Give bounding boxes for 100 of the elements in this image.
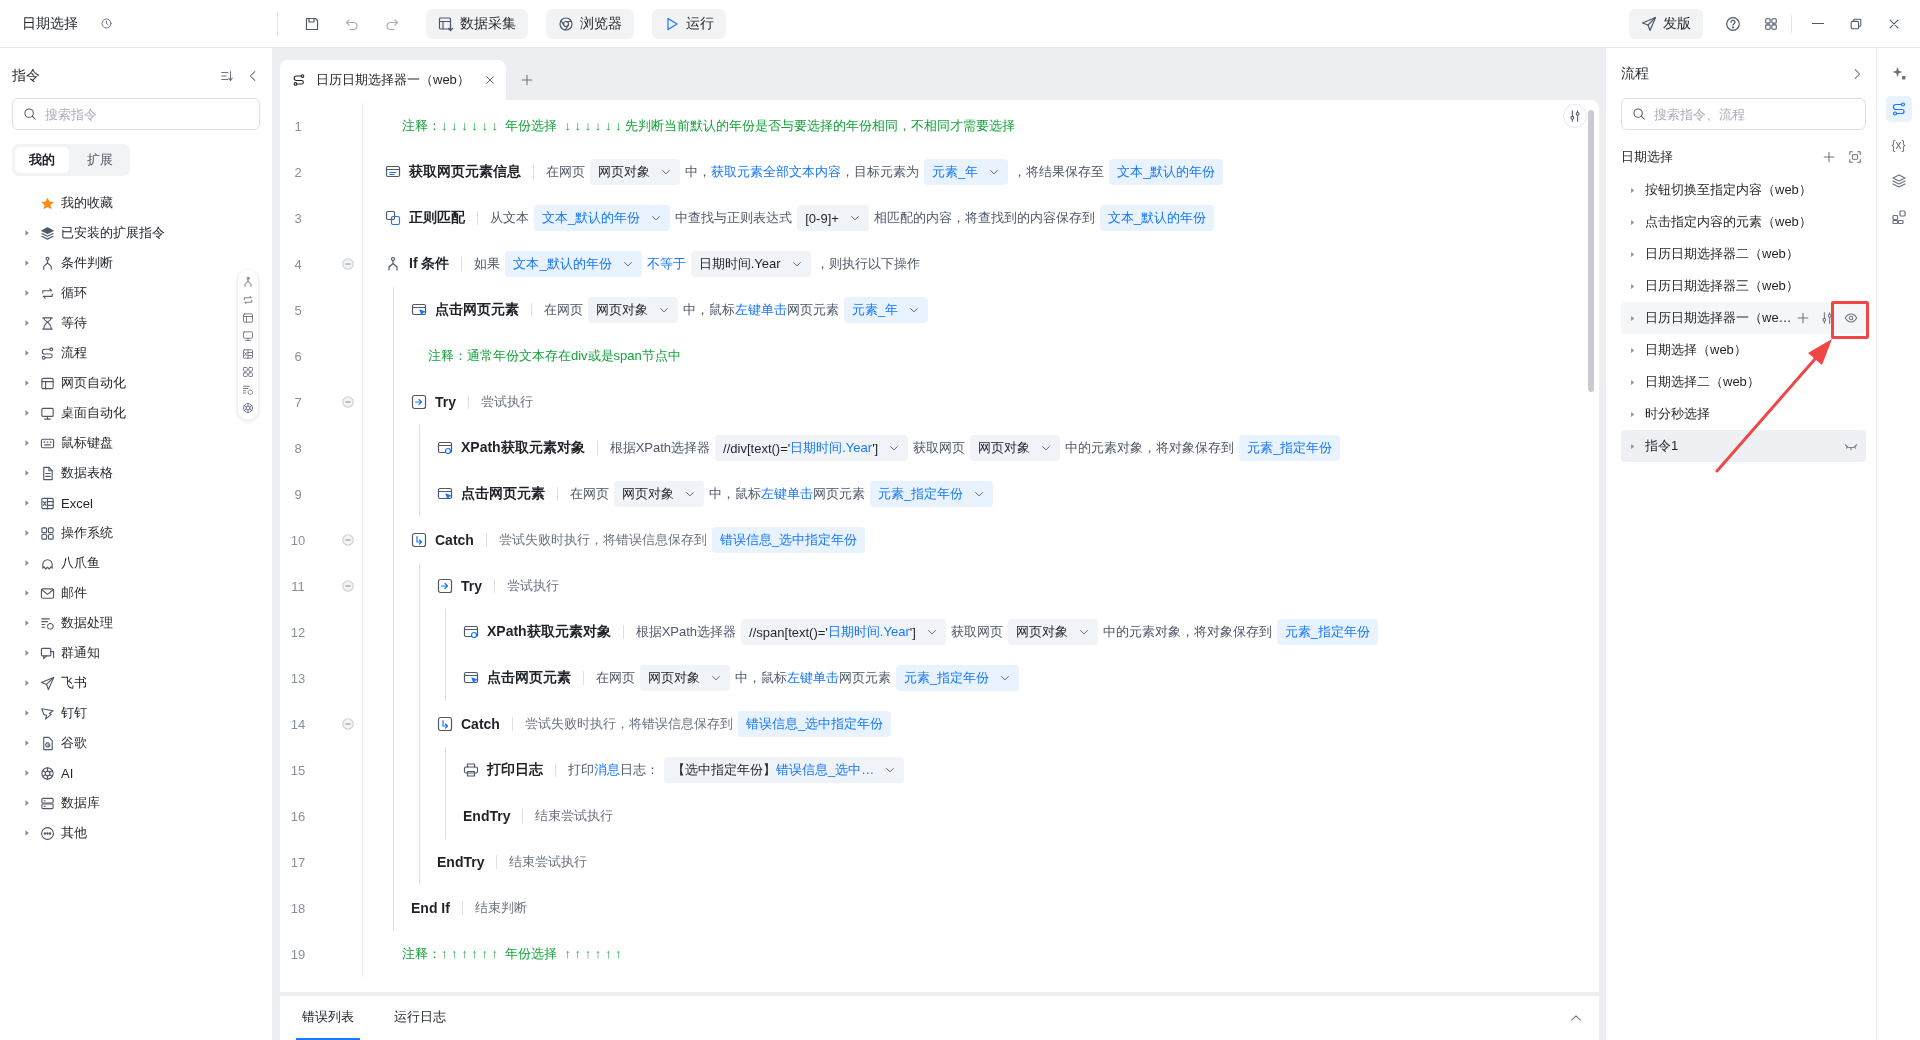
scrollbar[interactable] [1588,110,1594,392]
variable-tag[interactable]: 文本_默认的年份 [1109,159,1224,185]
panel-tab[interactable]: 扩展 [73,147,127,173]
loop-icon[interactable] [242,294,254,306]
command-category[interactable]: 数据处理 [0,608,272,638]
parameter-dropdown[interactable]: 文本_默认的年份 [534,205,671,231]
flow-item[interactable]: 指令1 [1621,430,1866,462]
parameter-dropdown[interactable]: 网页对象 [614,481,704,507]
line-number: 15 [289,762,307,778]
parameter-dropdown[interactable]: 文本_默认的年份 [505,251,642,277]
bottom-tab[interactable]: 运行日志 [388,996,452,1040]
command-category[interactable]: 循环 [0,278,272,308]
parameter-dropdown[interactable]: 网页对象 [588,297,678,323]
option-text[interactable]: 获取元素全部文本内容 [711,163,841,181]
browser-button[interactable]: 浏览器 [546,8,634,39]
parameter-dropdown[interactable]: 网页对象 [640,665,730,691]
step-description: 根据XPath选择器 [635,623,737,641]
monitor-icon[interactable] [242,330,254,342]
data-process-icon[interactable] [242,384,254,396]
option-text[interactable]: 左键单击 [761,485,813,503]
parameter-dropdown[interactable]: //span[text()='日期时间.Year'] [741,619,946,645]
command-category[interactable]: 鼠标键盘 [0,428,272,458]
parameter-dropdown[interactable]: 日期时间.Year [690,251,811,277]
option-text[interactable]: 不等于 [646,255,686,273]
flow-item[interactable]: 日期选择二（web） [1621,366,1866,398]
step-title: 点击网页元素 [487,669,571,687]
editor-tab[interactable]: 日历日期选择器一（web） [280,60,506,100]
run-button[interactable]: 运行 [652,8,726,39]
spreadsheet-icon[interactable] [242,348,254,360]
parameter-dropdown[interactable]: 元素_指定年份 [896,665,1020,691]
command-category[interactable]: 流程 [0,338,272,368]
step-description: 中的元素对象，将对象保存到 [1065,439,1235,457]
data-collect-button[interactable]: 数据采集 [426,8,528,39]
publish-button[interactable]: 发版 [1629,8,1703,39]
sort-icon[interactable] [220,69,234,83]
command-category[interactable]: 谷歌 [0,728,272,758]
option-text[interactable]: 左键单击 [787,669,839,687]
command-category[interactable]: 等待 [0,308,272,338]
settings-button[interactable] [1563,104,1587,128]
command-category[interactable]: 我的收藏 [0,188,272,218]
command-category[interactable]: Excel [0,488,272,518]
search-field[interactable]: 搜索指令、流程 [1621,98,1866,130]
side-tab[interactable]: {x} [1885,132,1912,158]
sliders-icon[interactable] [1820,311,1834,325]
add-icon[interactable] [1822,150,1836,164]
command-category[interactable]: 条件判断 [0,248,272,278]
flow-item[interactable]: 日历日期选择器三（web） [1621,270,1866,302]
command-category[interactable]: 群通知 [0,638,272,668]
flow-item[interactable]: 时分秒选择 [1621,398,1866,430]
close-icon[interactable] [483,74,496,86]
parameter-dropdown[interactable]: 网页对象 [970,435,1061,461]
command-category[interactable]: 邮件 [0,578,272,608]
flow-item[interactable]: 点击指定内容的元素（web） [1621,206,1866,238]
command-category[interactable]: 数据表格 [0,458,272,488]
panel-tab[interactable]: 我的 [15,147,69,173]
command-category[interactable]: 操作系统 [0,518,272,548]
parameter-dropdown[interactable]: [0-9]+ [797,205,869,231]
add-icon[interactable] [1796,311,1810,325]
flow-item[interactable]: 日期选择（web） [1621,334,1866,366]
eye-icon[interactable] [1844,311,1858,325]
parameter-dropdown[interactable]: //div[text()='日期时间.Year'] [715,435,909,461]
parameter-dropdown[interactable]: 元素_年 [844,297,929,323]
parameter-dropdown[interactable]: 元素_年 [924,159,1009,185]
command-category[interactable]: 其他 [0,818,272,848]
command-category[interactable]: 八爪鱼 [0,548,272,578]
command-category[interactable]: 数据库 [0,788,272,818]
parameter-dropdown[interactable]: 网页对象 [590,159,680,185]
option-text[interactable]: 消息 [594,761,620,779]
command-category[interactable]: 网页自动化 [0,368,272,398]
command-category[interactable]: 已安装的扩展指令 [0,218,272,248]
add-tab-icon[interactable] [519,73,534,87]
step-description: 尝试执行 [481,393,533,411]
window-icon[interactable] [242,312,254,324]
scan-icon[interactable] [1848,150,1862,164]
flow-item[interactable]: 日历日期选择器二（web） [1621,238,1866,270]
branch-icon[interactable] [242,276,254,288]
variable-tag[interactable]: 文本_默认的年份 [1099,205,1215,231]
history-icon[interactable] [100,17,113,30]
variable-tag[interactable]: 错误信息_选中指定年份 [737,711,892,737]
variable-tag[interactable]: 错误信息_选中指定年份 [711,527,866,553]
parameter-dropdown[interactable]: 网页对象 [1007,619,1098,645]
option-text[interactable]: 左键单击 [735,301,787,319]
help-icon [1725,15,1741,32]
comment-text: 注释：通常年份文本存在div或是span节点中 [427,347,681,365]
grid-icon[interactable] [242,366,254,378]
parameter-dropdown[interactable]: 【选中指定年份】错误信息_选中… [664,757,905,783]
variable-tag[interactable]: 元素_指定年份 [1276,619,1379,645]
command-category[interactable]: AI [0,758,272,788]
knot-icon[interactable] [242,402,254,414]
variable-tag[interactable]: 元素_指定年份 [1239,435,1341,461]
command-category[interactable]: 桌面自动化 [0,398,272,428]
play-icon [664,15,680,32]
command-category[interactable]: 飞书 [0,668,272,698]
flow-item[interactable]: 按钮切换至指定内容（web） [1621,174,1866,206]
command-category[interactable]: 钉钉 [0,698,272,728]
step-title: Try [435,394,456,410]
side-tab[interactable] [1885,96,1912,122]
search-field[interactable]: 搜索指令 [12,98,260,130]
parameter-dropdown[interactable]: 元素_指定年份 [870,481,994,507]
bottom-tab[interactable]: 错误列表 [296,996,360,1040]
